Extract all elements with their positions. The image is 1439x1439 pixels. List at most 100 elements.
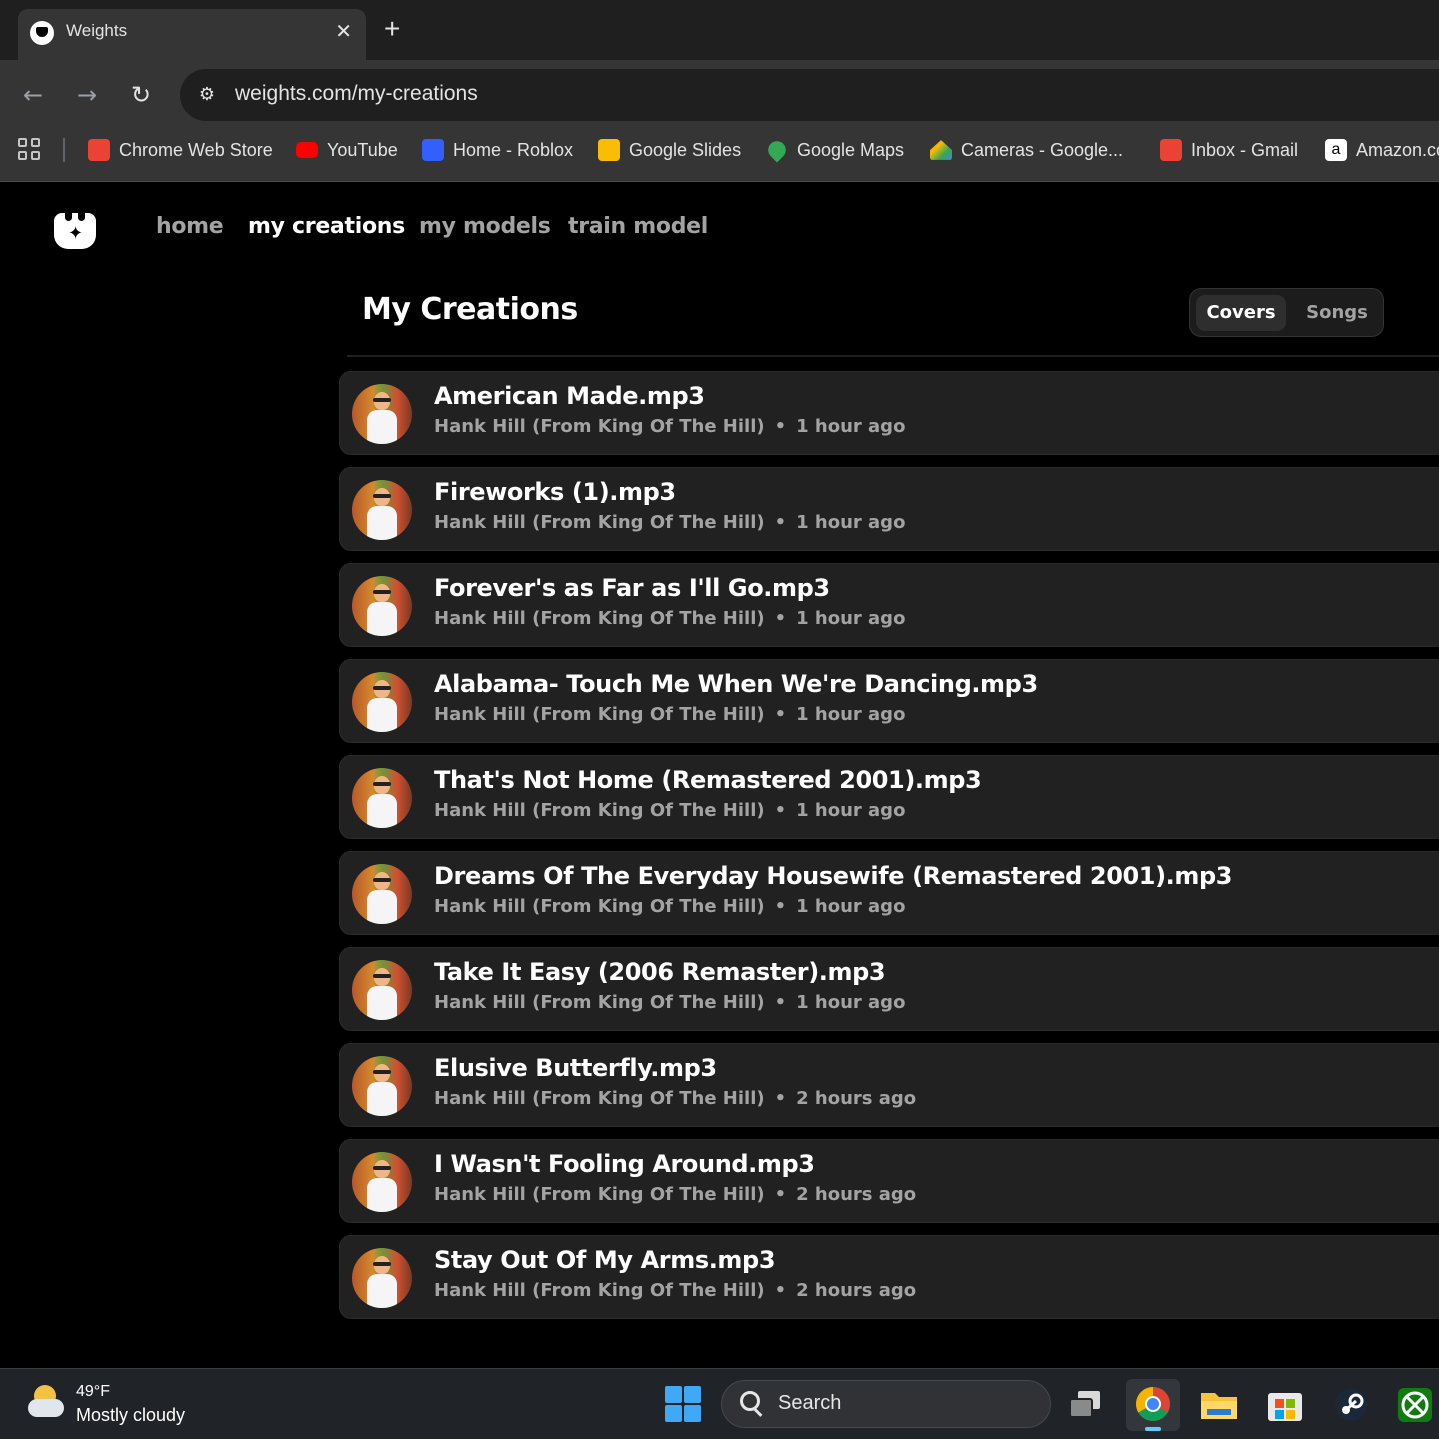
creation-meta: Hank Hill (From King Of The Hill) • 1 hour… [434,416,905,437]
hank-hill-avatar [352,672,412,732]
creation-meta: Hank Hill (From King Of The Hill) • 1 hour… [434,992,905,1013]
creation-time: 1 hour ago [796,608,906,629]
bookmark-label: Chrome Web Store [119,139,273,160]
creation-time: 1 hour ago [796,800,906,821]
bookmarks-separator [63,138,65,162]
bookmark-label: Cameras - Google... [961,139,1124,160]
bookmark-google-home[interactable]: Cameras - Google... [930,137,1123,163]
creation-title: I Wasn't Fooling Around.mp3 [434,1150,815,1178]
youtube-icon [296,142,318,158]
file-explorer-icon[interactable] [1192,1379,1246,1431]
creation-meta: Hank Hill (From King Of The Hill) • 1 hour… [434,800,905,821]
url-text[interactable]: weights.com/my-creations [235,82,478,106]
back-button[interactable]: ← [16,78,50,112]
new-tab-button[interactable]: + [384,12,400,46]
creation-row[interactable]: I Wasn't Fooling Around.mp3 Hank Hill (Fr… [339,1139,1439,1223]
creation-title: Take It Easy (2006 Remaster).mp3 [434,958,886,986]
weather-cloudy-icon[interactable] [26,1385,66,1421]
creation-meta: Hank Hill (From King Of The Hill) • 1 hour… [434,896,905,917]
creation-time: 1 hour ago [796,416,906,437]
songs-tab[interactable]: Songs [1294,295,1380,331]
creation-model: Hank Hill (From King Of The Hill) [434,800,765,821]
search-label: Search [778,1392,842,1414]
forward-button[interactable]: → [70,78,104,112]
creation-row[interactable]: That's Not Home (Remastered 2001).mp3 Han… [339,755,1439,839]
microsoft-store-icon[interactable] [1258,1379,1312,1431]
google-slides-icon [598,139,620,161]
meta-separator: • [774,800,787,821]
creation-time: 2 hours ago [796,1088,917,1109]
meta-separator: • [774,896,787,917]
hank-hill-avatar [352,1152,412,1212]
nav-my-creations[interactable]: my creations [248,214,405,239]
browser-tab[interactable]: Weights ✕ [18,9,366,60]
bookmark-label: Google Maps [797,139,905,160]
google-home-icon [930,140,952,160]
windows-start-icon[interactable] [665,1386,701,1422]
creation-model: Hank Hill (From King Of The Hill) [434,1088,765,1109]
address-bar[interactable]: ⚙ weights.com/my-creations [180,69,1439,121]
hank-hill-avatar [352,768,412,828]
weather-description[interactable]: Mostly cloudy [76,1405,185,1426]
bookmark-google-slides[interactable]: Google Slides [598,137,741,163]
steam-icon[interactable] [1324,1379,1378,1431]
hank-hill-avatar [352,864,412,924]
page-title: My Creations [362,292,578,327]
bookmark-label: Home - Roblox [453,139,574,160]
task-view-icon[interactable] [1060,1379,1114,1431]
creation-title: Forever's as Far as I'll Go.mp3 [434,574,830,602]
creation-row[interactable]: Take It Easy (2006 Remaster).mp3 Hank Hil… [339,947,1439,1031]
meta-separator: • [774,608,787,629]
covers-tab[interactable]: Covers [1196,295,1286,331]
meta-separator: • [774,1184,787,1205]
creation-meta: Hank Hill (From King Of The Hill) • 1 hour… [434,704,905,725]
creation-row[interactable]: American Made.mp3 Hank Hill (From King Of… [339,371,1439,455]
xbox-icon[interactable] [1390,1379,1439,1431]
taskbar-search[interactable]: Search [721,1380,1051,1428]
nav-train-model[interactable]: train model [568,214,708,239]
creation-row[interactable]: Fireworks (1).mp3 Hank Hill (From King Of… [339,467,1439,551]
weather-temperature[interactable]: 49°F [76,1383,110,1401]
tab-title: Weights [66,21,128,40]
google-maps-icon [764,137,790,163]
hank-hill-avatar [352,1248,412,1308]
creation-time: 2 hours ago [796,1184,917,1205]
bookmark-label: YouTube [327,139,398,160]
creation-meta: Hank Hill (From King Of The Hill) • 2 hour… [434,1088,916,1109]
browser-tab-strip: Weights ✕ + [0,0,1439,60]
creation-title: Stay Out Of My Arms.mp3 [434,1246,776,1274]
bookmark-chrome-web-store[interactable]: Chrome Web Store [88,137,273,163]
hank-hill-avatar [352,1056,412,1116]
creation-model: Hank Hill (From King Of The Hill) [434,416,765,437]
creation-row[interactable]: Elusive Butterfly.mp3 Hank Hill (From Kin… [339,1043,1439,1127]
bookmark-amazon[interactable]: a Amazon.co [1325,137,1439,163]
creation-row[interactable]: Alabama- Touch Me When We're Dancing.mp3… [339,659,1439,743]
creation-time: 2 hours ago [796,1280,917,1301]
bookmark-label: Amazon.co [1356,139,1439,160]
creation-row[interactable]: Forever's as Far as I'll Go.mp3 Hank Hill… [339,563,1439,647]
apps-grid-icon[interactable] [18,138,42,162]
creation-title: Fireworks (1).mp3 [434,478,676,506]
windows-taskbar: 49°F Mostly cloudy Search [0,1368,1439,1439]
nav-my-models[interactable]: my models [419,214,551,239]
hank-hill-avatar [352,384,412,444]
creation-model: Hank Hill (From King Of The Hill) [434,896,765,917]
chrome-icon[interactable] [1126,1379,1180,1431]
bookmark-label: Google Slides [629,139,742,160]
bookmark-label: Inbox - Gmail [1191,139,1299,160]
weights-logo-icon[interactable]: ✦ [54,213,96,249]
creation-row[interactable]: Stay Out Of My Arms.mp3 Hank Hill (From K… [339,1235,1439,1319]
hank-hill-avatar [352,576,412,636]
site-info-icon[interactable]: ⚙ [194,82,220,108]
meta-separator: • [774,704,787,725]
reload-button[interactable]: ↻ [124,78,158,112]
creation-title: Alabama- Touch Me When We're Dancing.mp3 [434,670,1038,698]
bookmark-youtube[interactable]: YouTube [296,137,398,163]
bookmark-roblox[interactable]: Home - Roblox [422,137,573,163]
bookmark-google-maps[interactable]: Google Maps [764,137,905,163]
bookmark-gmail[interactable]: Inbox - Gmail [1160,137,1298,163]
hank-hill-avatar [352,480,412,540]
nav-home[interactable]: home [156,214,224,239]
close-tab-icon[interactable]: ✕ [335,19,352,43]
creation-row[interactable]: Dreams Of The Everyday Housewife (Remast… [339,851,1439,935]
